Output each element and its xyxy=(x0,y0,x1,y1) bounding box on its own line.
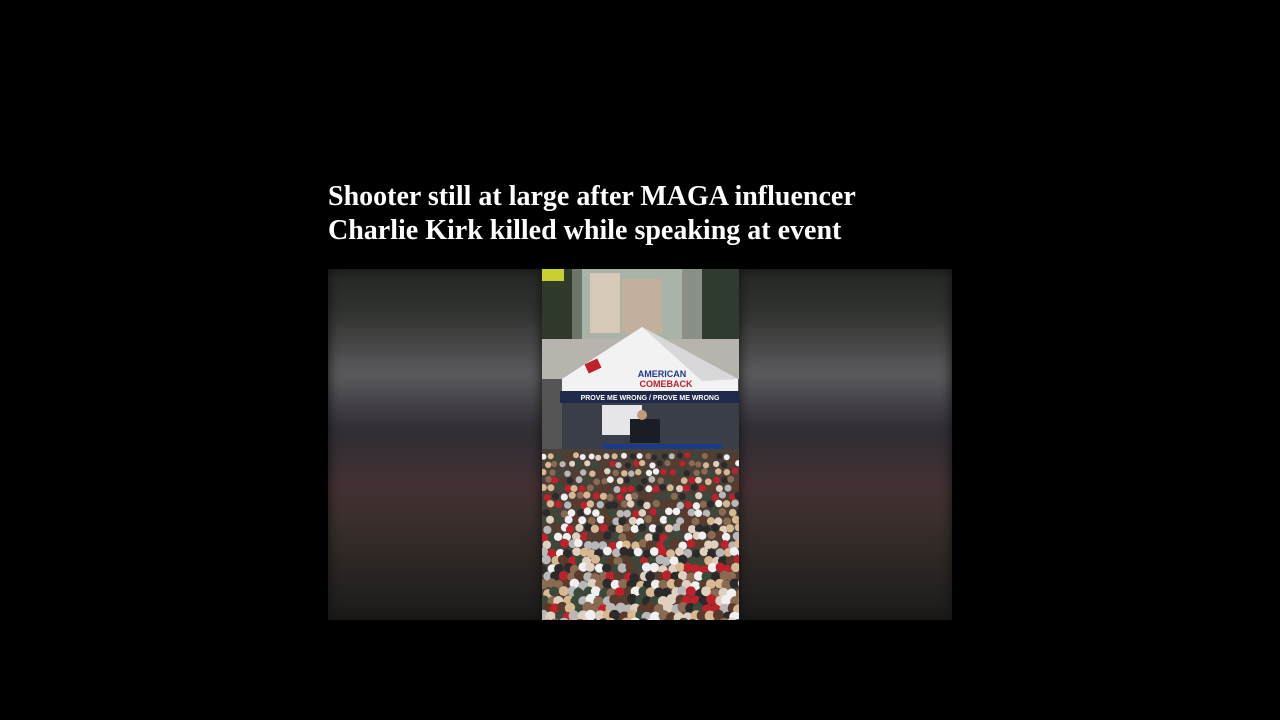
video-player[interactable]: PROVE ME WRONG / PROVE ME WRONG AMERICAN… xyxy=(328,269,952,620)
video-play-area[interactable] xyxy=(328,269,952,620)
article-headline[interactable]: Shooter still at large after MAGA influe… xyxy=(328,180,952,248)
page: Shooter still at large after MAGA influe… xyxy=(0,0,1280,720)
headline-line-2: Charlie Kirk killed while speaking at ev… xyxy=(328,215,842,246)
headline-line-1: Shooter still at large after MAGA influe… xyxy=(328,181,856,212)
